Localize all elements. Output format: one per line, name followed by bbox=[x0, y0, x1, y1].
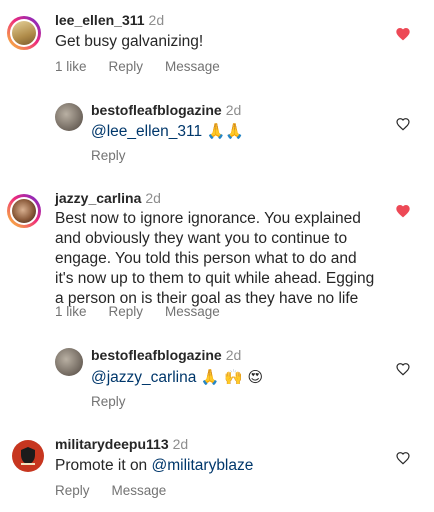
message-button[interactable]: Message bbox=[165, 59, 220, 74]
mention-link[interactable]: @lee_ellen_311 bbox=[91, 123, 202, 140]
comment-timestamp: 2d bbox=[145, 190, 161, 206]
message-button[interactable]: Message bbox=[165, 304, 220, 319]
comment-username[interactable]: bestofleafblogazine bbox=[91, 102, 222, 118]
comment-timestamp: 2d bbox=[225, 102, 242, 118]
reply-button[interactable]: Reply bbox=[91, 394, 126, 409]
avatar[interactable] bbox=[55, 348, 83, 376]
message-button[interactable]: Message bbox=[112, 483, 167, 498]
comment-line: and obviously they want you to continue … bbox=[55, 230, 348, 247]
heart-outline-icon[interactable] bbox=[395, 116, 411, 132]
comment-text: Best now to ignore ignorance. You explai… bbox=[55, 209, 374, 309]
likes-count-link[interactable]: 1 like bbox=[55, 304, 87, 319]
comment-username[interactable]: lee_ellen_311 bbox=[55, 12, 145, 28]
comments-thread: lee_ellen_311 2d Get busy galvanizing! 1 … bbox=[0, 0, 434, 512]
comment-actions: 1 like Reply Message bbox=[55, 304, 242, 319]
comment-line: engage. You told this person what to do … bbox=[55, 250, 357, 267]
avatar[interactable] bbox=[55, 103, 83, 131]
comment-actions: Reply bbox=[91, 148, 148, 163]
comment-actions: Reply bbox=[91, 394, 148, 409]
likes-count-link[interactable]: 1 like bbox=[55, 59, 87, 74]
reply-button[interactable]: Reply bbox=[55, 483, 90, 498]
avatar[interactable] bbox=[7, 194, 41, 228]
heart-filled-icon[interactable] bbox=[395, 26, 411, 42]
shield-logo-icon bbox=[21, 447, 35, 465]
comment-username[interactable]: militarydeepu113 bbox=[55, 436, 169, 452]
mention-link[interactable]: @militaryblaze bbox=[152, 457, 254, 474]
comment-timestamp: 2d bbox=[225, 347, 242, 363]
avatar[interactable] bbox=[12, 440, 44, 472]
comment-username[interactable]: jazzy_carlina bbox=[55, 190, 141, 206]
emoji-text: 🙏🙏 bbox=[206, 122, 244, 140]
heart-filled-icon[interactable] bbox=[395, 203, 411, 219]
comment-line: it's now up to them to quit while ahead.… bbox=[55, 270, 375, 287]
avatar[interactable] bbox=[7, 16, 41, 50]
comment-timestamp: 2d bbox=[148, 12, 165, 28]
reply-button[interactable]: Reply bbox=[109, 59, 144, 74]
heart-outline-icon[interactable] bbox=[395, 450, 411, 466]
reply-button[interactable]: Reply bbox=[91, 148, 126, 163]
comment-actions: Reply Message bbox=[55, 483, 188, 498]
comment-username[interactable]: bestofleafblogazine bbox=[91, 347, 222, 363]
comment-text: Promote it on bbox=[55, 457, 148, 474]
heart-outline-icon[interactable] bbox=[395, 361, 411, 377]
reply-button[interactable]: Reply bbox=[109, 304, 144, 319]
comment-timestamp: 2d bbox=[172, 436, 189, 452]
comment-actions: 1 like Reply Message bbox=[55, 59, 242, 74]
mention-link[interactable]: @jazzy_carlina bbox=[91, 369, 196, 386]
emoji-text: 🙏 🙌 😍 bbox=[200, 368, 264, 386]
comment-text: Get busy galvanizing! bbox=[55, 33, 204, 50]
comment-line: Best now to ignore ignorance. You explai… bbox=[55, 210, 361, 227]
